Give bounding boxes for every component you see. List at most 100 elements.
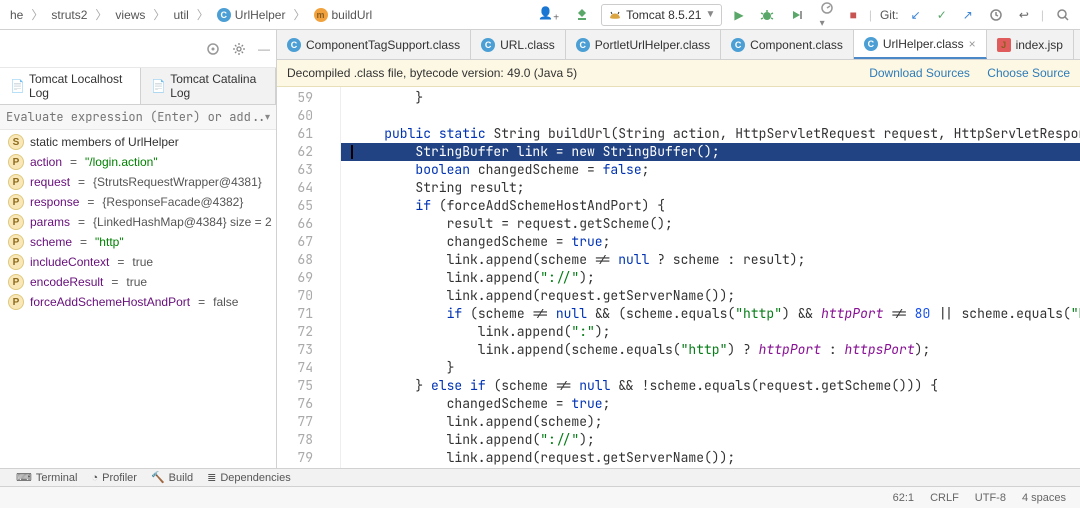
chevron-down-icon[interactable]: ▾ (265, 112, 270, 123)
editor-tab[interactable]: CUrlHelper.class× (854, 30, 987, 59)
code-line[interactable] (341, 107, 1080, 125)
line-separator[interactable]: CRLF (930, 492, 959, 504)
run-config-selector[interactable]: Tomcat 8.5.21 ▼ (601, 4, 722, 26)
line-number[interactable]: 74 (277, 359, 325, 377)
run-button[interactable]: ▶ (730, 6, 747, 24)
code-line[interactable]: link.append(scheme); (341, 413, 1080, 431)
git-push-icon[interactable]: ↗ (959, 6, 977, 24)
line-number[interactable]: 59 (277, 89, 325, 107)
line-number[interactable]: 66 (277, 215, 325, 233)
git-rollback-icon[interactable]: ↩ (1015, 6, 1033, 24)
variable-row[interactable]: PforceAddSchemeHostAndPort = false (0, 292, 276, 312)
indent-setting[interactable]: 4 spaces (1022, 492, 1066, 504)
code-line[interactable]: if (forceAddSchemeHostAndPort) { (341, 197, 1080, 215)
line-number[interactable]: 73 (277, 341, 325, 359)
code-line[interactable]: result = request.getScheme(); (341, 215, 1080, 233)
editor-tab[interactable]: CComponentTagSupport.class (277, 30, 471, 59)
variable-row[interactable]: Paction = "/login.action" (0, 152, 276, 172)
editor-tab[interactable]: Jindex.jsp (987, 30, 1074, 59)
code-line[interactable]: link.append(request.getServerName()); (341, 287, 1080, 305)
code-line[interactable]: if (scheme != null && (scheme.equals("ht… (341, 305, 1080, 323)
file-encoding[interactable]: UTF-8 (975, 492, 1006, 504)
code-line[interactable]: changedScheme = true; (341, 233, 1080, 251)
code-line[interactable]: String result; (341, 179, 1080, 197)
line-number[interactable]: 72 (277, 323, 325, 341)
crumb[interactable]: util (169, 6, 192, 24)
editor-tab[interactable]: CDispatche (1074, 30, 1080, 59)
tool-terminal[interactable]: ⌨Terminal (16, 471, 77, 484)
git-update-icon[interactable]: ↙ (907, 6, 925, 24)
editor-tab[interactable]: CPortletUrlHelper.class (566, 30, 721, 59)
line-number[interactable]: 62 (277, 143, 325, 161)
line-number[interactable]: 76 (277, 395, 325, 413)
crumb[interactable]: struts2 (47, 6, 91, 24)
profiler-button[interactable]: ▾ (816, 0, 838, 31)
variables-list[interactable]: Sstatic members of UrlHelperPaction = "/… (0, 130, 276, 468)
code-content[interactable]: } public static String buildUrl(String a… (341, 87, 1080, 468)
run-coverage-button[interactable] (786, 6, 808, 24)
line-number[interactable]: 68 (277, 251, 325, 269)
variable-row[interactable]: Presponse = {ResponseFacade@4382} (0, 192, 276, 212)
line-number[interactable]: 61 (277, 125, 325, 143)
code-line[interactable]: } (341, 89, 1080, 107)
tab-catalina-log[interactable]: 📄Tomcat Catalina Log (141, 68, 276, 104)
code-line[interactable]: changedScheme = true; (341, 395, 1080, 413)
git-history-icon[interactable] (985, 6, 1007, 24)
variable-row[interactable]: PincludeContext = true (0, 252, 276, 272)
stop-button[interactable]: ■ (846, 6, 861, 24)
code-line[interactable]: } else if (scheme != null && !scheme.equ… (341, 377, 1080, 395)
close-icon[interactable]: × (969, 37, 976, 51)
variable-row[interactable]: Prequest = {StrutsRequestWrapper@4381} (0, 172, 276, 192)
code-line[interactable]: link.append(":"); (341, 323, 1080, 341)
code-line[interactable]: } (341, 359, 1080, 377)
build-icon[interactable] (571, 6, 593, 24)
variable-row[interactable]: Sstatic members of UrlHelper (0, 132, 276, 152)
line-number[interactable]: 69 (277, 269, 325, 287)
editor-tab[interactable]: CURL.class (471, 30, 566, 59)
crumb[interactable]: views (111, 6, 149, 24)
code-editor[interactable]: 5960616263646566676869707172737475767778… (277, 87, 1080, 468)
minimize-icon[interactable]: — (258, 42, 270, 56)
search-icon[interactable] (1052, 6, 1074, 24)
crumb[interactable]: CUrlHelper (213, 6, 290, 24)
tool-profiler[interactable]: ◔Profiler (91, 472, 137, 484)
evaluate-expression-input[interactable] (6, 109, 265, 125)
line-number[interactable]: 60 (277, 107, 325, 125)
choose-source-link[interactable]: Choose Source (987, 66, 1070, 80)
variable-row[interactable]: Pparams = {LinkedHashMap@4384} size = 2 (0, 212, 276, 232)
tab-localhost-log[interactable]: 📄Tomcat Localhost Log (0, 68, 141, 104)
line-number[interactable]: 78 (277, 431, 325, 449)
download-sources-link[interactable]: Download Sources (869, 66, 970, 80)
line-number[interactable]: 79 (277, 449, 325, 467)
line-number[interactable]: 77 (277, 413, 325, 431)
caret-position[interactable]: 62:1 (893, 492, 914, 504)
editor-tab[interactable]: CComponent.class (721, 30, 854, 59)
variable-row[interactable]: PencodeResult = true (0, 272, 276, 292)
code-line[interactable]: link.append("://"); (341, 269, 1080, 287)
code-line[interactable]: link.append(request.getServerName()); (341, 449, 1080, 467)
line-number[interactable]: 65 (277, 197, 325, 215)
debug-button[interactable] (756, 6, 778, 24)
gear-icon[interactable] (232, 42, 246, 56)
code-line[interactable]: StringBuffer link = new StringBuffer(); (341, 143, 1080, 161)
line-number[interactable]: 71 (277, 305, 325, 323)
tool-build[interactable]: 🔨Build (151, 471, 193, 484)
code-line[interactable]: link.append(scheme != null ? scheme : re… (341, 251, 1080, 269)
code-line[interactable]: boolean changedScheme = false; (341, 161, 1080, 179)
crumb[interactable]: he (6, 6, 27, 24)
line-number[interactable]: 75 (277, 377, 325, 395)
crumb[interactable]: mbuildUrl (310, 6, 377, 24)
tool-dependencies[interactable]: ≣Dependencies (207, 471, 291, 484)
line-number[interactable]: 63 (277, 161, 325, 179)
variable-row[interactable]: Pscheme = "http" (0, 232, 276, 252)
breadcrumb[interactable]: he〉 struts2〉 views〉 util〉 CUrlHelper〉 mb… (6, 6, 376, 24)
code-line[interactable]: link.append(scheme.equals("http") ? http… (341, 341, 1080, 359)
code-line[interactable]: link.append("://"); (341, 431, 1080, 449)
code-line[interactable]: public static String buildUrl(String act… (341, 125, 1080, 143)
add-user-icon[interactable]: 👤+ (534, 4, 563, 25)
line-number[interactable]: 64 (277, 179, 325, 197)
git-commit-icon[interactable]: ✓ (933, 6, 951, 24)
line-number[interactable]: 70 (277, 287, 325, 305)
line-number[interactable]: 67 (277, 233, 325, 251)
target-icon[interactable] (206, 42, 220, 56)
